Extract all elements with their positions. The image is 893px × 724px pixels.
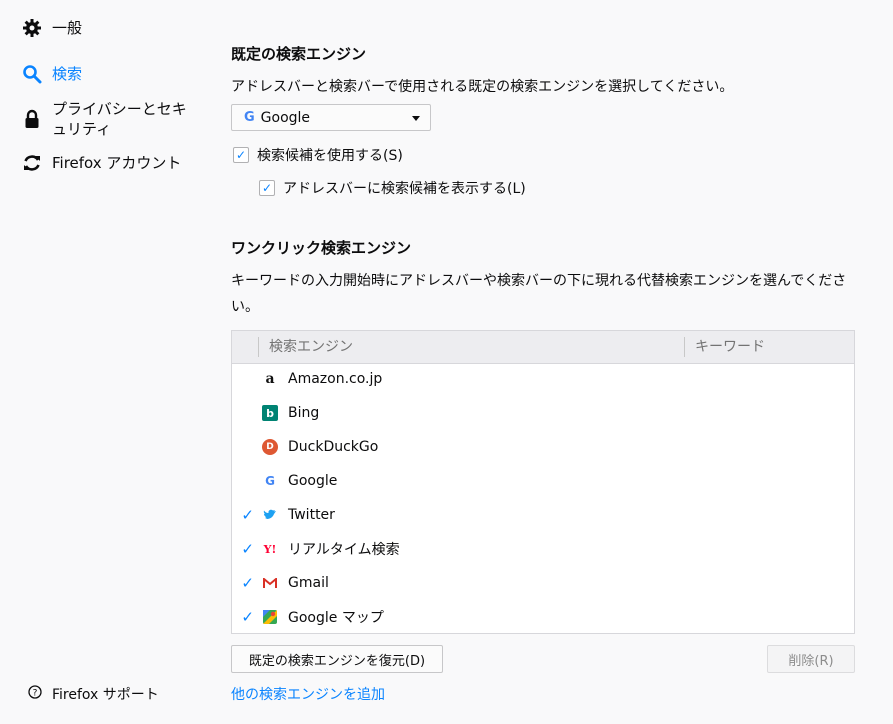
- default-engine-value: Google: [260, 109, 311, 126]
- yahoo-icon: Y!: [263, 542, 277, 556]
- chevron-down-icon: [412, 116, 420, 121]
- engine-name: Google: [288, 473, 338, 489]
- checkbox[interactable]: ✓: [233, 147, 249, 163]
- urlbar-suggestions-label: アドレスバーに検索候補を表示する(L): [283, 181, 526, 197]
- sidebar-item-label: プライバシーとセキュリティ: [52, 100, 187, 138]
- delete-button[interactable]: 削除(R): [767, 645, 855, 673]
- sidebar-item-general[interactable]: 一般: [22, 18, 82, 38]
- help-icon: ?: [28, 685, 42, 703]
- gear-icon: [22, 18, 42, 38]
- table-row[interactable]: ✓ Twitter: [232, 500, 854, 530]
- sidebar-item-label: 検索: [52, 65, 83, 83]
- engine-name: Twitter: [288, 507, 335, 523]
- engine-name: Bing: [288, 405, 320, 421]
- amazon-icon: a: [265, 371, 275, 387]
- default-engine-description: アドレスバーと検索バーで使用される既定の検索エンジンを選択してください。: [231, 79, 734, 95]
- column-header-keyword[interactable]: キーワード: [684, 337, 765, 357]
- oneclick-description: キーワードの入力開始時にアドレスバーや検索バーの下に現れる代替検索エンジンを選ん…: [231, 273, 847, 315]
- google-maps-icon: [262, 609, 278, 625]
- google-icon: G: [244, 110, 255, 125]
- svg-text:?: ?: [33, 689, 38, 699]
- twitter-icon: [262, 507, 278, 523]
- gmail-icon: [262, 575, 278, 591]
- oneclick-title: ワンクリック検索エンジン: [231, 239, 412, 257]
- default-engine-title: 既定の検索エンジン: [231, 45, 367, 63]
- sidebar-item-label: 一般: [52, 19, 83, 37]
- sidebar-item-privacy[interactable]: プライバシーとセキュリティ: [22, 99, 192, 139]
- engine-name: リアルタイム検索: [288, 542, 400, 558]
- table-header: 検索エンジン キーワード: [232, 331, 854, 364]
- duckduckgo-icon: D: [262, 439, 278, 455]
- engine-name: Google マップ: [288, 610, 384, 626]
- bing-icon: b: [262, 405, 278, 421]
- table-row[interactable]: ✓ Google マップ: [232, 602, 854, 632]
- checkbox[interactable]: ✓: [259, 180, 275, 196]
- search-suggestions-label: 検索候補を使用する(S): [257, 148, 403, 164]
- urlbar-suggestions-checkbox[interactable]: ✓ アドレスバーに検索候補を表示する(L): [259, 178, 526, 198]
- table-row[interactable]: b Bing: [232, 398, 854, 428]
- support-link[interactable]: ? Firefox サポート: [28, 684, 159, 704]
- table-row[interactable]: a Amazon.co.jp: [232, 364, 854, 394]
- search-icon: [22, 64, 42, 84]
- column-header-engine[interactable]: 検索エンジン: [258, 337, 353, 357]
- table-row[interactable]: ✓ Y! リアルタイム検索: [232, 534, 854, 564]
- table-row[interactable]: ✓ Gmail: [232, 568, 854, 598]
- sidebar-item-search[interactable]: 検索: [22, 64, 82, 84]
- engine-name: DuckDuckGo: [288, 439, 379, 455]
- oneclick-engines-table: 検索エンジン キーワード a Amazon.co.jp b Bing D Duc…: [231, 330, 855, 634]
- row-check[interactable]: ✓: [232, 574, 254, 592]
- table-row[interactable]: G Google: [232, 466, 854, 496]
- search-suggestions-checkbox[interactable]: ✓ 検索候補を使用する(S): [233, 145, 403, 165]
- support-label: Firefox サポート: [52, 687, 159, 703]
- row-check[interactable]: ✓: [232, 608, 254, 626]
- lock-icon: [22, 109, 42, 129]
- sidebar-item-account[interactable]: Firefox アカウント: [22, 153, 181, 173]
- engine-name: Amazon.co.jp: [288, 371, 383, 387]
- sync-icon: [22, 153, 42, 173]
- sidebar: 一般 検索 プライバシーとセキュリティ Firefox アカウント ? Fire…: [0, 0, 210, 724]
- preferences-page: 一般 検索 プライバシーとセキュリティ Firefox アカウント ? Fire…: [0, 0, 893, 724]
- row-check[interactable]: ✓: [232, 540, 254, 558]
- add-engines-link[interactable]: 他の検索エンジンを追加: [231, 684, 385, 704]
- restore-defaults-button[interactable]: 既定の検索エンジンを復元(D): [231, 645, 443, 673]
- google-icon: G: [265, 474, 275, 488]
- row-check[interactable]: ✓: [232, 506, 254, 524]
- default-engine-select[interactable]: G Google: [231, 104, 431, 131]
- engine-name: Gmail: [288, 575, 329, 591]
- sidebar-item-label: Firefox アカウント: [52, 154, 182, 172]
- table-row[interactable]: D DuckDuckGo: [232, 432, 854, 462]
